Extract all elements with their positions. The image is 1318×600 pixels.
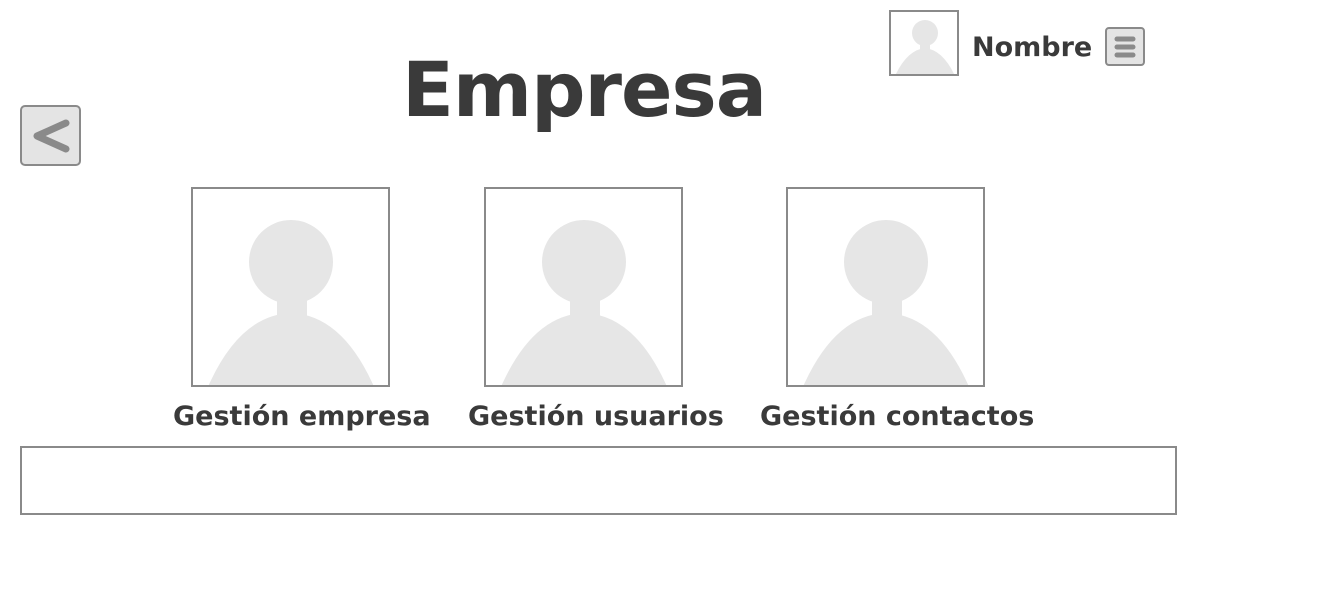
hamburger-menu-icon xyxy=(1107,29,1143,64)
card-label[interactable]: Gestión usuarios xyxy=(468,399,724,435)
card-image[interactable] xyxy=(484,187,683,387)
avatar[interactable] xyxy=(889,10,959,76)
chevron-left-icon xyxy=(22,107,79,164)
card-image[interactable] xyxy=(191,187,390,387)
card-label[interactable]: Gestión contactos xyxy=(760,399,1034,435)
user-placeholder-icon xyxy=(193,220,388,385)
user-placeholder-icon xyxy=(788,220,983,385)
user-placeholder-icon xyxy=(486,220,681,385)
back-button[interactable] xyxy=(20,105,81,166)
user-placeholder-icon xyxy=(891,20,957,74)
page-title: Empresa xyxy=(401,45,767,134)
text-input-box[interactable] xyxy=(20,446,1177,515)
user-name[interactable]: Nombre xyxy=(972,30,1092,66)
menu-button[interactable] xyxy=(1105,27,1145,66)
card-image[interactable] xyxy=(786,187,985,387)
card-label[interactable]: Gestión empresa xyxy=(173,399,431,435)
page: Empresa Nombre Gestión empresa Gestión u… xyxy=(0,0,1318,600)
